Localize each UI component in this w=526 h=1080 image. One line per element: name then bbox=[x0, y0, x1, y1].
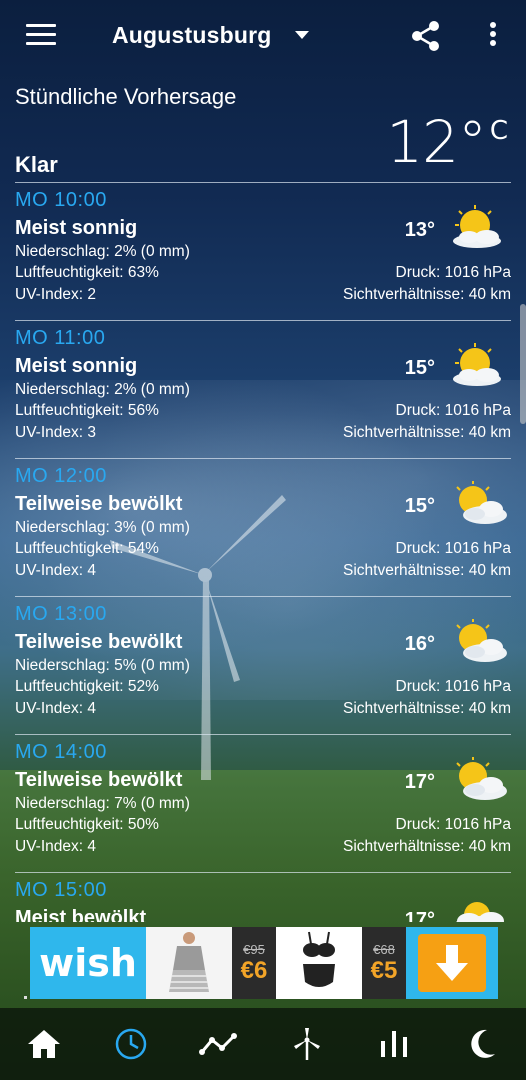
hour-row[interactable]: MO 13:00 Teilweise bewölkt 16° Niedersch… bbox=[15, 596, 511, 734]
hour-condition: Meist sonnig bbox=[15, 217, 138, 239]
hour-temperature: 16° bbox=[404, 633, 435, 655]
hour-row[interactable]: MO 11:00 Meist sonnig 15° Niederschlag: … bbox=[15, 320, 511, 458]
hour-temperature: 13° bbox=[404, 219, 435, 241]
location-selector[interactable]: Augustusburg bbox=[112, 22, 272, 49]
mostly-cloudy-icon bbox=[455, 902, 504, 922]
precipitation-text: Niederschlag: 3% (0 mm) bbox=[15, 519, 190, 536]
share-icon[interactable] bbox=[410, 20, 442, 52]
current-temperature: 12° bbox=[386, 108, 487, 176]
hour-time: MO 13:00 bbox=[15, 603, 107, 625]
pressure-text: Druck: 1016 hPa bbox=[395, 540, 511, 557]
hour-row[interactable]: MO 12:00 Teilweise bewölkt 15° Niedersch… bbox=[15, 458, 511, 596]
pressure-text: Druck: 1016 hPa bbox=[395, 402, 511, 419]
hourly-forecast-list[interactable]: MO 10:00 Meist sonnig 13° Niederschlag: … bbox=[0, 182, 526, 922]
nav-wind[interactable] bbox=[277, 1014, 337, 1074]
pressure-text: Druck: 1016 hPa bbox=[395, 816, 511, 833]
uv-index-text: UV-Index: 3 bbox=[15, 424, 96, 441]
visibility-text: Sichtverhältnisse: 40 km bbox=[343, 562, 511, 579]
ad-price-tag: €68 €5 bbox=[362, 927, 406, 999]
humidity-text: Luftfeuchtigkeit: 50% bbox=[15, 816, 159, 833]
hour-time: MO 14:00 bbox=[15, 741, 107, 763]
humidity-text: Luftfeuchtigkeit: 52% bbox=[15, 678, 159, 695]
more-options-icon[interactable] bbox=[487, 22, 499, 50]
nav-hourly[interactable] bbox=[101, 1014, 161, 1074]
ad-download-button[interactable] bbox=[406, 927, 498, 999]
partly-cloudy-icon bbox=[456, 619, 507, 662]
temperature-unit: C bbox=[489, 116, 508, 146]
hour-temperature: 15° bbox=[404, 495, 435, 517]
old-price: €68 bbox=[373, 941, 395, 957]
app-bar: Augustusburg bbox=[0, 0, 526, 72]
hour-row[interactable]: MO 15:00 Meist bewölkt 17° bbox=[15, 872, 511, 922]
humidity-text: Luftfeuchtigkeit: 54% bbox=[15, 540, 159, 557]
ad-banner[interactable]: wish €95 €6 €68 €5 bbox=[30, 927, 498, 999]
dress-image bbox=[169, 932, 209, 992]
hour-condition: Meist bewölkt bbox=[15, 907, 147, 922]
chevron-down-icon[interactable] bbox=[295, 31, 309, 39]
ad-product-image-dress[interactable] bbox=[146, 927, 232, 999]
visibility-text: Sichtverhältnisse: 40 km bbox=[343, 838, 511, 855]
home-icon bbox=[27, 1030, 60, 1058]
swimsuit-image bbox=[303, 931, 335, 987]
trend-chart-icon bbox=[199, 1033, 238, 1055]
ad-product-image-swimsuit[interactable] bbox=[276, 927, 362, 999]
hour-time: MO 10:00 bbox=[15, 189, 107, 211]
hour-condition: Teilweise bewölkt bbox=[15, 631, 183, 653]
new-price: €6 bbox=[240, 956, 268, 984]
visibility-text: Sichtverhältnisse: 40 km bbox=[343, 700, 511, 717]
clock-icon bbox=[116, 1028, 147, 1060]
sun-cloud-icon bbox=[453, 343, 501, 386]
partly-cloudy-icon bbox=[456, 757, 507, 800]
visibility-text: Sichtverhältnisse: 40 km bbox=[343, 286, 511, 303]
hour-row[interactable]: MO 10:00 Meist sonnig 13° Niederschlag: … bbox=[15, 182, 511, 320]
visibility-text: Sichtverhältnisse: 40 km bbox=[343, 424, 511, 441]
uv-index-text: UV-Index: 4 bbox=[15, 562, 96, 579]
hour-temperature: 17° bbox=[404, 909, 435, 922]
hamburger-menu-icon[interactable] bbox=[26, 24, 56, 48]
new-price: €5 bbox=[370, 956, 398, 984]
precipitation-text: Niederschlag: 7% (0 mm) bbox=[15, 795, 190, 812]
ad-brand-logo[interactable]: wish bbox=[30, 927, 146, 999]
sun-cloud-icon bbox=[453, 205, 501, 248]
hour-condition: Meist sonnig bbox=[15, 355, 138, 377]
hour-temperature: 15° bbox=[404, 357, 435, 379]
uv-index-text: UV-Index: 2 bbox=[15, 286, 96, 303]
uv-index-text: UV-Index: 4 bbox=[15, 700, 96, 717]
uv-index-text: UV-Index: 4 bbox=[15, 838, 96, 855]
nav-moon[interactable] bbox=[452, 1014, 512, 1074]
hour-row[interactable]: MO 14:00 Teilweise bewölkt 17° Niedersch… bbox=[15, 734, 511, 872]
partly-cloudy-icon bbox=[456, 481, 507, 524]
nav-home[interactable] bbox=[14, 1014, 74, 1074]
moon-icon bbox=[471, 1029, 496, 1058]
nav-statistics[interactable] bbox=[364, 1014, 424, 1074]
bar-chart-icon bbox=[381, 1031, 408, 1057]
hour-time: MO 12:00 bbox=[15, 465, 107, 487]
ad-price-tag: €95 €6 bbox=[232, 927, 276, 999]
page-title: Stündliche Vorhersage bbox=[15, 84, 237, 109]
humidity-text: Luftfeuchtigkeit: 63% bbox=[15, 264, 159, 281]
wind-turbine-icon bbox=[293, 1028, 320, 1060]
hour-time: MO 15:00 bbox=[15, 879, 107, 901]
arrow-down-icon bbox=[436, 945, 468, 981]
precipitation-text: Niederschlag: 2% (0 mm) bbox=[15, 243, 190, 260]
pressure-text: Druck: 1016 hPa bbox=[395, 264, 511, 281]
humidity-text: Luftfeuchtigkeit: 56% bbox=[15, 402, 159, 419]
hour-condition: Teilweise bewölkt bbox=[15, 493, 183, 515]
precipitation-text: Niederschlag: 2% (0 mm) bbox=[15, 381, 190, 398]
hour-time: MO 11:00 bbox=[15, 327, 106, 349]
hour-temperature: 17° bbox=[404, 771, 435, 793]
pressure-text: Druck: 1016 hPa bbox=[395, 678, 511, 695]
precipitation-text: Niederschlag: 5% (0 mm) bbox=[15, 657, 190, 674]
ad-info-dot[interactable] bbox=[24, 996, 27, 999]
hour-condition: Teilweise bewölkt bbox=[15, 769, 183, 791]
current-condition: Klar bbox=[15, 152, 58, 177]
bottom-navigation bbox=[0, 1008, 526, 1080]
old-price: €95 bbox=[243, 941, 265, 957]
nav-trend[interactable] bbox=[189, 1014, 249, 1074]
